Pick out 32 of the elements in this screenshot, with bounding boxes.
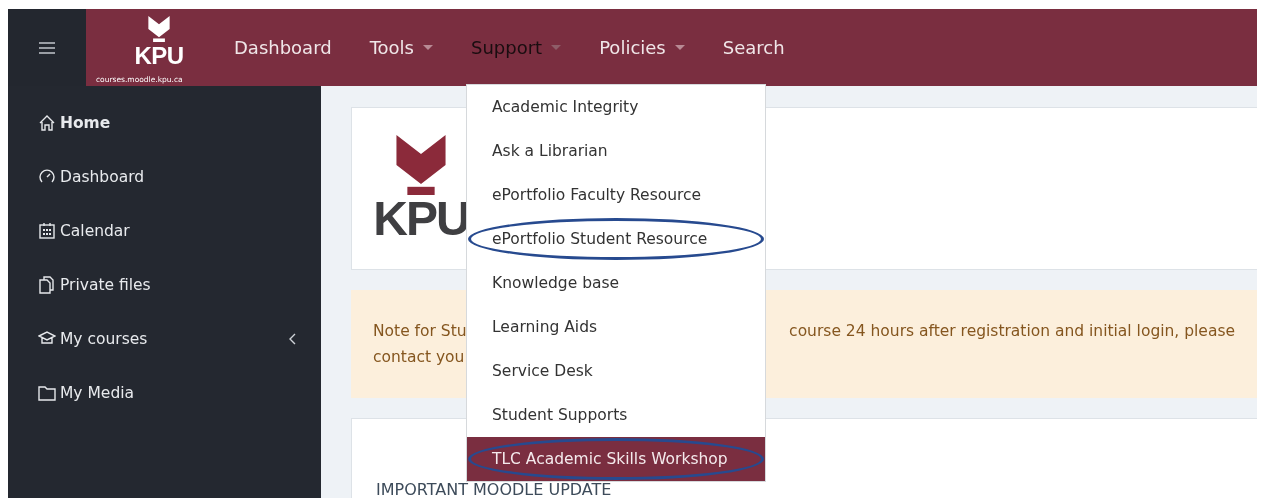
chevron-logo-icon [396, 134, 446, 195]
chevron-logo-icon [148, 16, 170, 42]
documents-icon [38, 276, 56, 294]
menu-item[interactable]: ePortfolio Student Resource [467, 217, 765, 261]
menu-item[interactable]: Knowledge base [467, 261, 765, 305]
notice-text: course 24 hours after registration and initial login, please [789, 321, 1235, 342]
menu-item[interactable]: Student Supports [467, 393, 765, 437]
sidebar-item[interactable]: Private files [8, 258, 321, 312]
menu-item[interactable]: Academic Integrity [467, 85, 765, 129]
house-icon [38, 114, 56, 132]
sidebar-item[interactable]: My Media [8, 366, 321, 420]
sidebar-item[interactable]: Dashboard [8, 150, 321, 204]
folder-icon [38, 384, 56, 402]
sidebar-item[interactable]: Home [8, 96, 321, 150]
menu-item[interactable]: Service Desk [467, 349, 765, 393]
sidebar-item[interactable]: My courses [8, 312, 321, 366]
sidebar-item[interactable]: Calendar [8, 204, 321, 258]
nav-link[interactable]: Dashboard [220, 37, 346, 58]
menu-item[interactable]: Learning Aids [467, 305, 765, 349]
menu-icon [39, 41, 55, 54]
site-logo-text[interactable]: KPU [134, 44, 184, 68]
menu-item[interactable]: ePortfolio Faculty Resource [467, 173, 765, 217]
notice-text: contact you [373, 347, 465, 368]
menu-item[interactable]: TLC Academic Skills Workshop [467, 437, 765, 481]
calendar-icon [38, 222, 56, 240]
notice-text: Note for Stu [373, 321, 467, 342]
logo-text: KPU [373, 194, 469, 243]
nav-link[interactable]: Search [708, 37, 799, 58]
nav-link[interactable]: Policies [585, 37, 699, 58]
section-heading: IMPORTANT MOODLE UPDATE [376, 482, 613, 498]
nav-link[interactable]: Tools [355, 37, 447, 58]
menu-item[interactable]: Ask a Librarian [467, 129, 765, 173]
